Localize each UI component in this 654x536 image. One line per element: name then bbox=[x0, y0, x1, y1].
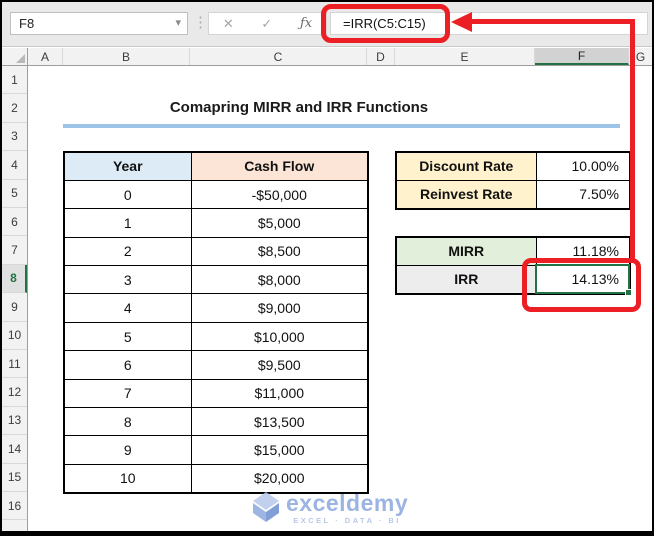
irr-value-cell-F8[interactable]: 14.13% bbox=[535, 264, 631, 295]
title-underline bbox=[63, 124, 620, 128]
year-cell[interactable]: 5 bbox=[63, 321, 192, 352]
column-header-F-selected[interactable]: F bbox=[535, 48, 629, 65]
watermark-name: exceldemy bbox=[286, 490, 409, 516]
table-row: 6 $9,500 bbox=[63, 350, 369, 380]
screenshot-frame: F8 ▾ ⋮ ✕ ✓ ƒx =IRR(C5:C15) A B C D E F G bbox=[0, 0, 654, 536]
exceldemy-watermark: exceldemy EXCEL · DATA · BI bbox=[250, 491, 408, 525]
mirr-value-cell[interactable]: 11.18% bbox=[535, 236, 631, 266]
excel-window: F8 ▾ ⋮ ✕ ✓ ƒx =IRR(C5:C15) A B C D E F G bbox=[2, 2, 652, 531]
table-row: 9 $15,000 bbox=[63, 435, 369, 465]
year-cell[interactable]: 7 bbox=[63, 378, 192, 409]
row-header-1[interactable]: 1 bbox=[2, 66, 27, 95]
row-header-6[interactable]: 6 bbox=[2, 208, 27, 237]
row-header-11[interactable]: 11 bbox=[2, 350, 27, 379]
select-all-corner[interactable] bbox=[2, 48, 28, 65]
cashflow-cell[interactable]: $5,000 bbox=[190, 208, 369, 238]
formula-bar: F8 ▾ ⋮ ✕ ✓ ƒx =IRR(C5:C15) bbox=[2, 2, 652, 47]
discount-rate-value-cell[interactable]: 10.00% bbox=[535, 151, 631, 181]
irr-label-cell[interactable]: IRR bbox=[395, 264, 537, 295]
row-header-14[interactable]: 14 bbox=[2, 435, 27, 464]
select-all-triangle-icon bbox=[16, 54, 25, 63]
row-header-16[interactable]: 16 bbox=[2, 492, 27, 521]
row-header-strip: 1 2 3 4 5 6 7 8 9 10 11 12 13 14 15 16 bbox=[2, 66, 28, 531]
cashflow-header-cell[interactable]: Cash Flow bbox=[190, 151, 369, 181]
table-row: IRR 14.13% bbox=[395, 264, 631, 295]
rates-table: Discount Rate 10.00% Reinvest Rate 7.50% bbox=[395, 151, 631, 210]
cashflow-cell[interactable]: $20,000 bbox=[190, 463, 369, 494]
table-row: 5 $10,000 bbox=[63, 321, 369, 352]
column-header-D[interactable]: D bbox=[367, 48, 395, 65]
row-header-3[interactable]: 3 bbox=[2, 123, 27, 152]
table-row: 7 $11,000 bbox=[63, 378, 369, 409]
year-cell[interactable]: 6 bbox=[63, 350, 192, 380]
name-box-dropdown-icon[interactable]: ▾ bbox=[175, 16, 181, 29]
cashflow-cell[interactable]: $10,000 bbox=[190, 321, 369, 352]
table-row: 8 $13,500 bbox=[63, 407, 369, 437]
formula-buttons: ✕ ✓ ƒx bbox=[208, 12, 327, 35]
name-box[interactable]: F8 ▾ bbox=[10, 12, 188, 35]
table-row: Year Cash Flow bbox=[63, 151, 369, 181]
cashflow-cell[interactable]: -$50,000 bbox=[190, 179, 369, 210]
mirr-label-cell[interactable]: MIRR bbox=[395, 236, 537, 266]
exceldemy-logo-icon bbox=[253, 492, 279, 522]
row-header-12[interactable]: 12 bbox=[2, 378, 27, 407]
results-table: MIRR 11.18% IRR 14.13% bbox=[395, 236, 631, 295]
year-cell[interactable]: 3 bbox=[63, 265, 192, 295]
table-row: Discount Rate 10.00% bbox=[395, 151, 631, 181]
cancel-icon[interactable]: ✕ bbox=[223, 16, 234, 32]
column-header-C[interactable]: C bbox=[190, 48, 367, 65]
column-header-strip: A B C D E F G bbox=[2, 48, 652, 66]
reinvest-rate-value-cell[interactable]: 7.50% bbox=[535, 179, 631, 210]
year-cell[interactable]: 0 bbox=[63, 179, 192, 210]
cashflow-cell[interactable]: $11,000 bbox=[190, 378, 369, 409]
year-header-cell[interactable]: Year bbox=[63, 151, 192, 181]
column-header-B[interactable]: B bbox=[63, 48, 190, 65]
table-row: 3 $8,000 bbox=[63, 265, 369, 295]
column-header-A[interactable]: A bbox=[28, 48, 63, 65]
watermark-tagline: EXCEL · DATA · BI bbox=[293, 516, 401, 525]
row-header-7[interactable]: 7 bbox=[2, 236, 27, 265]
row-header-13[interactable]: 13 bbox=[2, 407, 27, 436]
year-cell[interactable]: 4 bbox=[63, 293, 192, 323]
formula-bar-separator: ⋮ bbox=[193, 14, 208, 31]
cashflow-cell[interactable]: $9,500 bbox=[190, 350, 369, 380]
row-header-4[interactable]: 4 bbox=[2, 151, 27, 180]
year-cell[interactable]: 2 bbox=[63, 236, 192, 267]
row-header-10[interactable]: 10 bbox=[2, 322, 27, 350]
formula-input[interactable]: =IRR(C5:C15) bbox=[330, 12, 648, 35]
year-cell[interactable]: 8 bbox=[63, 407, 192, 437]
year-cell[interactable]: 10 bbox=[63, 463, 192, 494]
insert-function-icon[interactable]: ƒx bbox=[300, 16, 312, 31]
name-box-value: F8 bbox=[19, 16, 35, 31]
reinvest-rate-label-cell[interactable]: Reinvest Rate bbox=[395, 179, 537, 210]
sheet-title: Comapring MIRR and IRR Functions bbox=[169, 99, 429, 116]
row-header-9[interactable]: 9 bbox=[2, 293, 27, 322]
row-header-2[interactable]: 2 bbox=[2, 94, 27, 123]
table-row: MIRR 11.18% bbox=[395, 236, 631, 266]
row-header-15[interactable]: 15 bbox=[2, 464, 27, 492]
enter-icon[interactable]: ✓ bbox=[261, 16, 272, 32]
cashflow-cell[interactable]: $8,000 bbox=[190, 265, 369, 295]
table-row: 2 $8,500 bbox=[63, 236, 369, 267]
column-header-E[interactable]: E bbox=[395, 48, 535, 65]
table-row: 4 $9,000 bbox=[63, 293, 369, 323]
cashflow-table: Year Cash Flow 0 -$50,000 1 $5,000 2 $8,500… bbox=[63, 151, 369, 494]
cashflow-cell[interactable]: $13,500 bbox=[190, 407, 369, 437]
table-row: Reinvest Rate 7.50% bbox=[395, 179, 631, 210]
worksheet-area: Comapring MIRR and IRR Functions Year Ca… bbox=[28, 66, 652, 531]
row-header-8-selected[interactable]: 8 bbox=[2, 264, 27, 294]
discount-rate-label-cell[interactable]: Discount Rate bbox=[395, 151, 537, 181]
year-cell[interactable]: 1 bbox=[63, 208, 192, 238]
formula-text: =IRR(C5:C15) bbox=[343, 16, 426, 31]
cashflow-cell[interactable]: $15,000 bbox=[190, 435, 369, 465]
table-row: 10 $20,000 bbox=[63, 463, 369, 494]
year-cell[interactable]: 9 bbox=[63, 435, 192, 465]
cashflow-cell[interactable]: $9,000 bbox=[190, 293, 369, 323]
cashflow-cell[interactable]: $8,500 bbox=[190, 236, 369, 267]
row-header-5[interactable]: 5 bbox=[2, 180, 27, 208]
table-row: 1 $5,000 bbox=[63, 208, 369, 238]
table-row: 0 -$50,000 bbox=[63, 179, 369, 210]
column-header-G[interactable]: G bbox=[629, 48, 652, 65]
